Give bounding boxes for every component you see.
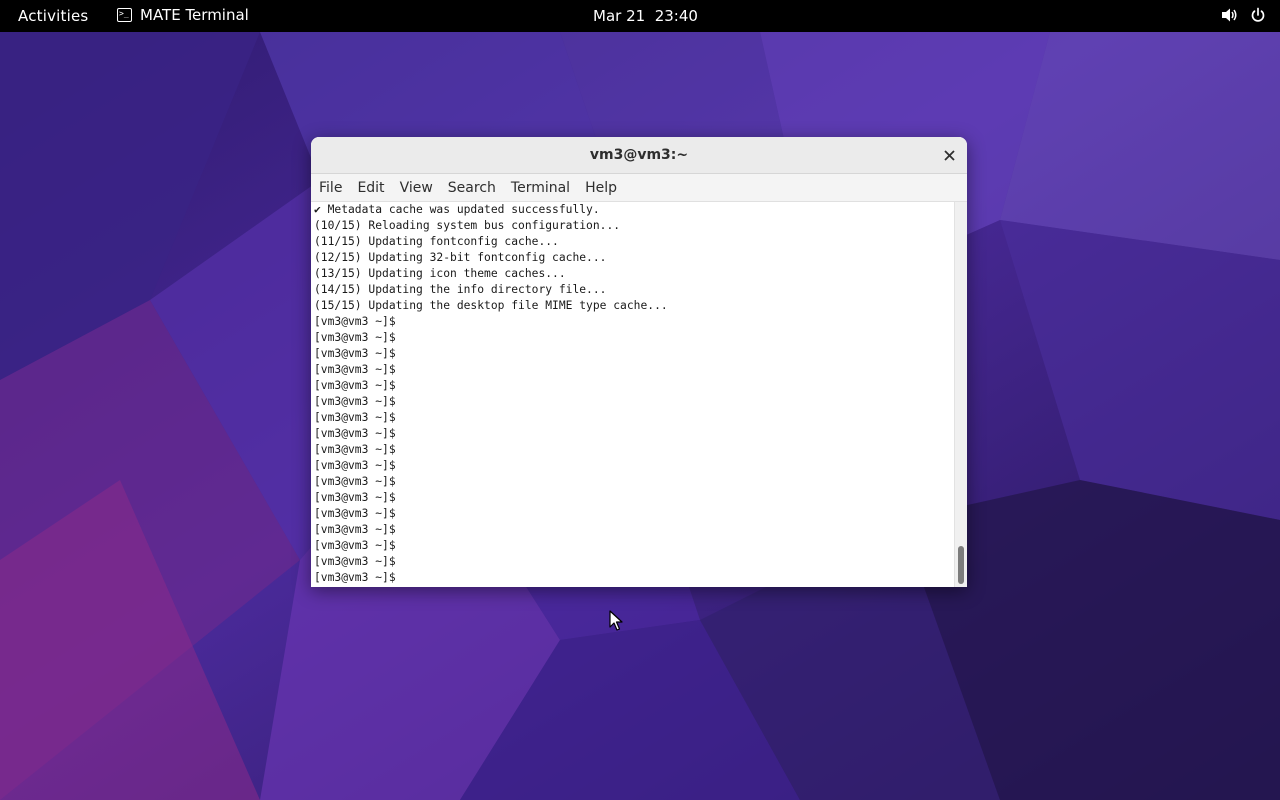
terminal-line: [vm3@vm3 ~]$ bbox=[314, 315, 396, 328]
terminal-line: [vm3@vm3 ~]$ bbox=[314, 523, 396, 536]
terminal-line: [vm3@vm3 ~]$ bbox=[314, 539, 396, 552]
power-icon[interactable] bbox=[1250, 7, 1266, 23]
menu-help[interactable]: Help bbox=[585, 180, 624, 196]
terminal-line: (14/15) Updating the info directory file… bbox=[314, 283, 607, 296]
menu-bar: File Edit View Search Terminal Help bbox=[311, 174, 967, 202]
activities-button[interactable]: Activities bbox=[18, 7, 88, 25]
terminal-line: [vm3@vm3 ~]$ bbox=[314, 475, 396, 488]
menu-edit[interactable]: Edit bbox=[357, 180, 391, 196]
terminal-icon: >_ bbox=[117, 8, 132, 22]
app-name-label: MATE Terminal bbox=[140, 6, 249, 24]
volume-icon[interactable] bbox=[1220, 7, 1238, 23]
terminal-line: (12/15) Updating 32-bit fontconfig cache… bbox=[314, 251, 607, 264]
system-tray[interactable] bbox=[1220, 7, 1266, 23]
top-bar: Activities >_ MATE Terminal Mar 21 23:40 bbox=[0, 0, 1280, 32]
terminal-line: ✔ Metadata cache was updated successfull… bbox=[314, 203, 600, 216]
menu-file[interactable]: File bbox=[319, 180, 349, 196]
terminal-line: [vm3@vm3 ~]$ bbox=[314, 555, 396, 568]
terminal-line: [vm3@vm3 ~]$ bbox=[314, 331, 396, 344]
terminal-output-area[interactable]: ✔ Metadata cache was updated successfull… bbox=[311, 202, 967, 587]
menu-terminal[interactable]: Terminal bbox=[511, 180, 577, 196]
window-titlebar[interactable]: vm3@vm3:~ bbox=[311, 137, 967, 174]
terminal-window[interactable]: vm3@vm3:~ File Edit View Search Terminal… bbox=[311, 137, 967, 587]
terminal-line: [vm3@vm3 ~]$ bbox=[314, 347, 396, 360]
scrollbar-thumb[interactable] bbox=[958, 546, 964, 584]
terminal-line: [vm3@vm3 ~]$ bbox=[314, 379, 396, 392]
terminal-line: [vm3@vm3 ~]$ bbox=[314, 571, 396, 584]
app-menu-button[interactable]: >_ MATE Terminal bbox=[117, 6, 249, 24]
window-title: vm3@vm3:~ bbox=[589, 147, 689, 163]
terminal-line: [vm3@vm3 ~]$ bbox=[314, 363, 396, 376]
terminal-line: [vm3@vm3 ~]$ bbox=[314, 427, 396, 440]
terminal-output: ✔ Metadata cache was updated successfull… bbox=[314, 202, 668, 586]
terminal-line: [vm3@vm3 ~]$ bbox=[314, 459, 396, 472]
terminal-line: [vm3@vm3 ~]$ bbox=[314, 507, 396, 520]
menu-view[interactable]: View bbox=[400, 180, 440, 196]
close-icon bbox=[943, 149, 955, 161]
terminal-line: (13/15) Updating icon theme caches... bbox=[314, 267, 566, 280]
terminal-line: (10/15) Reloading system bus configurati… bbox=[314, 219, 621, 232]
terminal-line: (11/15) Updating fontconfig cache... bbox=[314, 235, 559, 248]
mouse-cursor-icon bbox=[609, 610, 623, 636]
close-button[interactable] bbox=[939, 145, 959, 165]
terminal-line: [vm3@vm3 ~]$ bbox=[314, 443, 396, 456]
terminal-line: [vm3@vm3 ~]$ bbox=[314, 491, 396, 504]
terminal-line: [vm3@vm3 ~]$ bbox=[314, 411, 396, 424]
terminal-line: (15/15) Updating the desktop file MIME t… bbox=[314, 299, 668, 312]
terminal-scrollbar[interactable] bbox=[954, 202, 967, 587]
clock-button[interactable]: Mar 21 23:40 bbox=[593, 7, 698, 25]
menu-search[interactable]: Search bbox=[448, 180, 503, 196]
terminal-line: [vm3@vm3 ~]$ bbox=[314, 395, 396, 408]
